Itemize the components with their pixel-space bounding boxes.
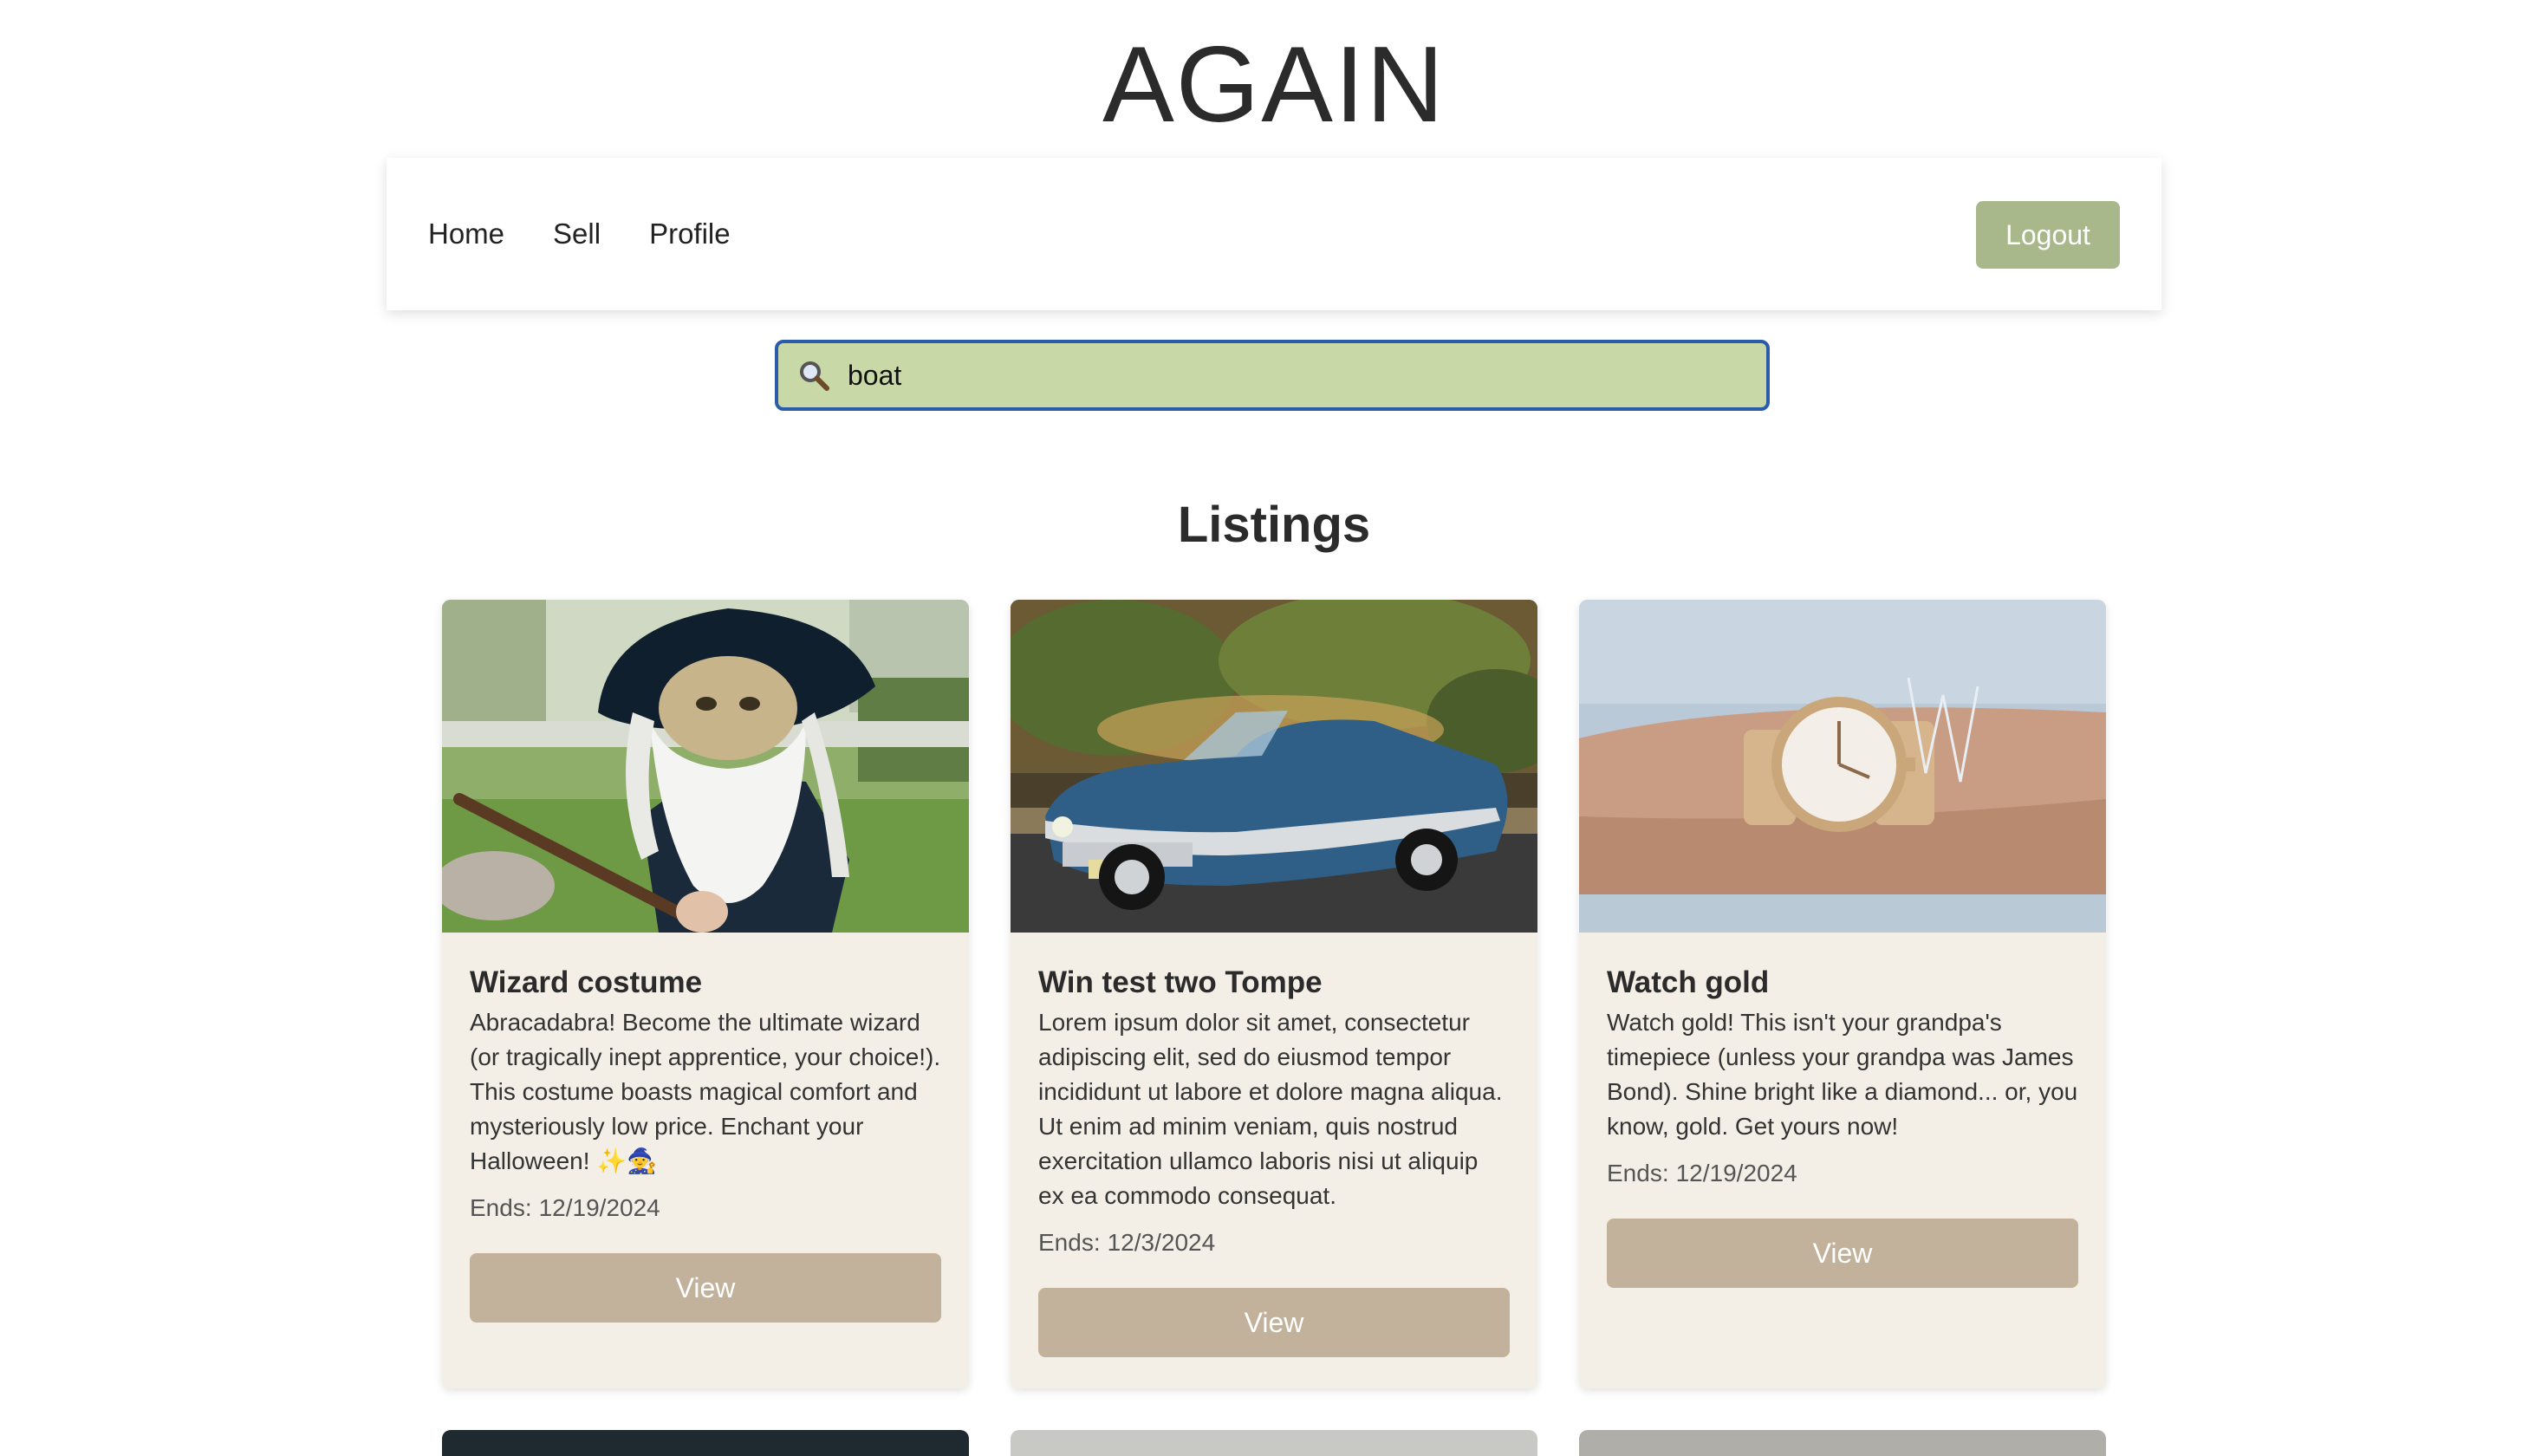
ends-label: Ends:: [1038, 1229, 1101, 1256]
ends-value: 12/19/2024: [1675, 1160, 1797, 1186]
gold-wristwatch-photo: [1579, 600, 2106, 933]
card-end-date: Ends: 12/3/2024: [1038, 1225, 1510, 1260]
nav-links: Home Sell Profile: [428, 158, 731, 310]
card-title: Win test two Tompe: [1038, 965, 1323, 999]
brand-title: AGAIN: [1102, 25, 1446, 145]
magnifier-icon: [800, 361, 829, 391]
card-end-date: Ends: 12/19/2024: [1607, 1156, 2078, 1191]
ends-value: 12/3/2024: [1107, 1229, 1216, 1256]
nav-link-home[interactable]: Home: [428, 218, 504, 250]
card-description: Watch gold! This isn't your grandpa's ti…: [1607, 1009, 2078, 1140]
card-body: Wizard costume Abracadabra! Become the u…: [470, 964, 941, 1323]
nav-link-profile[interactable]: Profile: [649, 218, 731, 250]
search-input[interactable]: [848, 350, 1749, 400]
card-title: Watch gold: [1607, 965, 1770, 999]
listing-card: Wizard costume Abracadabra! Become the u…: [442, 600, 969, 1388]
blue-vintage-convertible-photo: [1011, 600, 1537, 933]
ends-value: 12/19/2024: [538, 1194, 660, 1221]
ends-label: Ends:: [1607, 1160, 1669, 1186]
next-row-card-preview: [442, 1430, 969, 1456]
card-description: Lorem ipsum dolor sit amet, consectetur …: [1038, 1009, 1503, 1209]
view-button[interactable]: View: [1607, 1219, 2078, 1288]
search-box[interactable]: [775, 340, 1770, 411]
next-row-card-preview: [1011, 1430, 1537, 1456]
card-title: Wizard costume: [470, 965, 703, 999]
card-end-date: Ends: 12/19/2024: [470, 1191, 941, 1225]
nav-link-sell[interactable]: Sell: [553, 218, 601, 250]
listings-heading: Listings: [1177, 497, 1371, 553]
wizard-costume-photo: [442, 600, 969, 933]
listing-card: Win test two Tompe Lorem ipsum dolor sit…: [1011, 600, 1537, 1388]
card-body: Win test two Tompe Lorem ipsum dolor sit…: [1038, 964, 1510, 1357]
top-navbar: Home Sell Profile Logout: [387, 158, 2161, 310]
card-body: Watch gold Watch gold! This isn't your g…: [1607, 964, 2078, 1288]
view-button[interactable]: View: [470, 1253, 941, 1323]
card-description: Abracadabra! Become the ultimate wizard …: [470, 1009, 941, 1174]
listing-card: Watch gold Watch gold! This isn't your g…: [1579, 600, 2106, 1388]
view-button[interactable]: View: [1038, 1288, 1510, 1357]
logout-button[interactable]: Logout: [1976, 201, 2120, 269]
next-row-card-preview: [1579, 1430, 2106, 1456]
ends-label: Ends:: [470, 1194, 532, 1221]
